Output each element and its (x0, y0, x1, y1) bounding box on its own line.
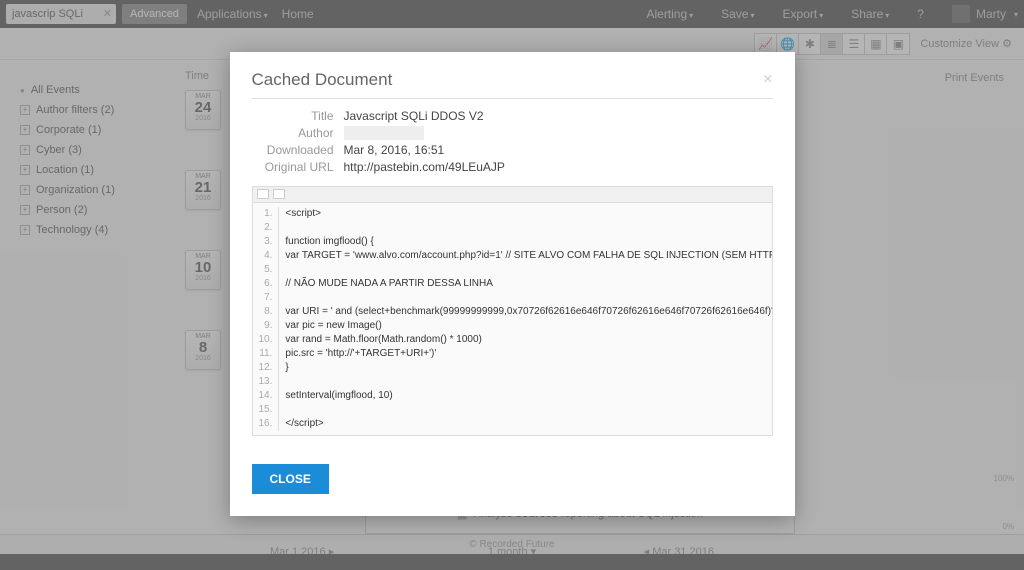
cached-document-modal: Cached Document × TitleJavascript SQLi D… (230, 52, 795, 516)
modal-title: Cached Document (252, 70, 393, 90)
close-button[interactable]: CLOSE (252, 464, 329, 494)
code-lines: <script> function imgflood() { var TARGE… (279, 207, 771, 431)
meta-url: Original URLhttp://pastebin.com/49LEuAJP (252, 160, 773, 174)
meta-author: Author (252, 126, 773, 140)
close-icon[interactable]: × (763, 71, 772, 89)
line-numbers: 1. 2. 3. 4. 5. 6. 7. 8. 9. 10. 11. 12. 1… (253, 207, 280, 431)
modal-overlay: Cached Document × TitleJavascript SQLi D… (0, 0, 1024, 570)
meta-downloaded: DownloadedMar 8, 2016, 16:51 (252, 143, 773, 157)
code-view-tabs[interactable] (253, 187, 772, 203)
modal-header: Cached Document × (252, 70, 773, 99)
meta-title: TitleJavascript SQLi DDOS V2 (252, 109, 773, 123)
code-viewer: 1. 2. 3. 4. 5. 6. 7. 8. 9. 10. 11. 12. 1… (252, 186, 773, 436)
